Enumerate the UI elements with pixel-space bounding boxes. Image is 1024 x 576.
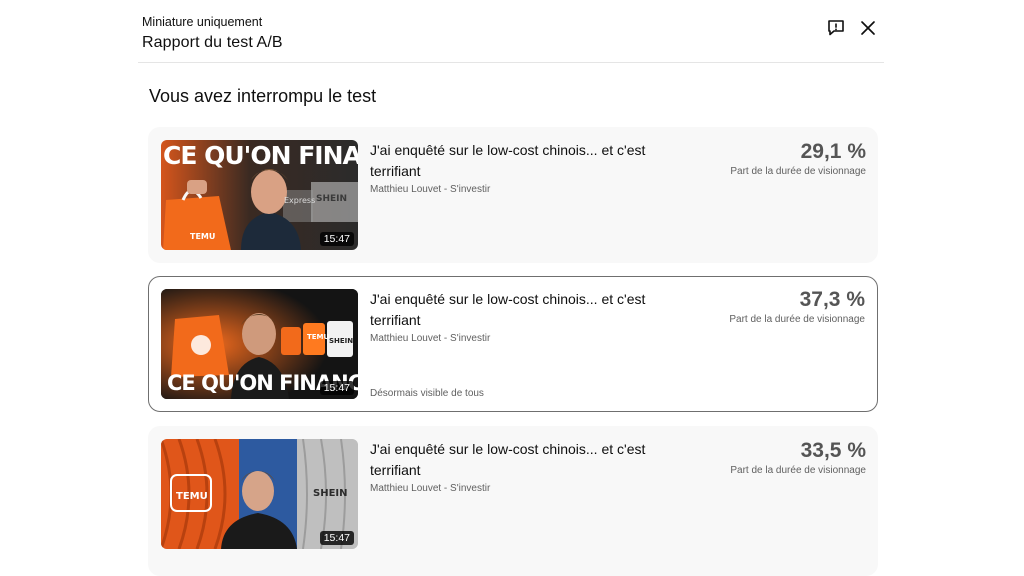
- variant-card-c[interactable]: TEMU SHEIN 15:47 J'ai enquêté sur le low…: [148, 426, 878, 576]
- watch-time-percent: 33,5 %: [800, 439, 866, 462]
- watch-time-label: Part de la durée de visionnage: [729, 314, 865, 325]
- video-thumbnail[interactable]: TEMU SHEIN 15:47: [161, 439, 358, 549]
- watch-time-share: 29,1 % Part de la durée de visionnage: [730, 140, 866, 177]
- watch-time-percent: 37,3 %: [799, 288, 865, 311]
- feedback-icon[interactable]: [825, 17, 847, 39]
- video-thumbnail[interactable]: TEMU SHEIN CE QU'ON FINANCE 15:47: [161, 289, 358, 399]
- thumbnail-headline: CE QU'ON FINANCE: [163, 141, 358, 170]
- variant-card-b[interactable]: TEMU SHEIN CE QU'ON FINANCE 15:47 J'ai e…: [148, 276, 878, 412]
- close-icon[interactable]: [857, 17, 879, 39]
- channel-name: Matthieu Louvet - S'investir: [370, 483, 491, 494]
- dialog-header: Miniature uniquement Rapport du test A/B: [138, 0, 884, 63]
- dialog-title: Rapport du test A/B: [142, 34, 283, 51]
- thumbnail-brand-shein: SHEIN: [329, 337, 354, 345]
- video-title: J'ai enquêté sur le low-cost chinois... …: [370, 291, 646, 328]
- channel-name: Matthieu Louvet - S'investir: [370, 184, 491, 195]
- watch-time-label: Part de la durée de visionnage: [730, 465, 866, 476]
- video-duration: 15:47: [319, 381, 354, 395]
- thumbnail-brand-temu: TEMU: [176, 491, 208, 502]
- variant-card-a[interactable]: CE QU'ON FINANCE TEMU SHEIN Express 15:4…: [148, 127, 878, 263]
- video-title: J'ai enquêté sur le low-cost chinois... …: [370, 441, 646, 478]
- watch-time-share: 33,5 % Part de la durée de visionnage: [730, 439, 866, 476]
- watch-time-share: 37,3 % Part de la durée de visionnage: [729, 288, 865, 325]
- thumbnail-brand-shein: SHEIN: [313, 488, 348, 499]
- published-status: Désormais visible de tous: [370, 388, 484, 399]
- watch-time-label: Part de la durée de visionnage: [730, 166, 866, 177]
- thumbnail-brand-shein: SHEIN: [316, 194, 348, 204]
- section-title: Vous avez interrompu le test: [149, 86, 377, 106]
- ab-test-report-dialog: Miniature uniquement Rapport du test A/B…: [0, 0, 1024, 576]
- thumbnail-brand-temu: TEMU: [307, 333, 330, 341]
- channel-name: Matthieu Louvet - S'investir: [370, 333, 491, 344]
- video-duration: 15:47: [319, 531, 354, 545]
- video-title: J'ai enquêté sur le low-cost chinois... …: [370, 142, 646, 179]
- video-duration: 15:47: [319, 232, 354, 246]
- thumbnail-brand-express: Express: [284, 196, 316, 205]
- thumbnail-brand-temu: TEMU: [190, 232, 216, 241]
- dialog-subtitle: Miniature uniquement: [142, 15, 263, 29]
- video-thumbnail[interactable]: CE QU'ON FINANCE TEMU SHEIN Express 15:4…: [161, 140, 358, 250]
- watch-time-percent: 29,1 %: [800, 140, 866, 163]
